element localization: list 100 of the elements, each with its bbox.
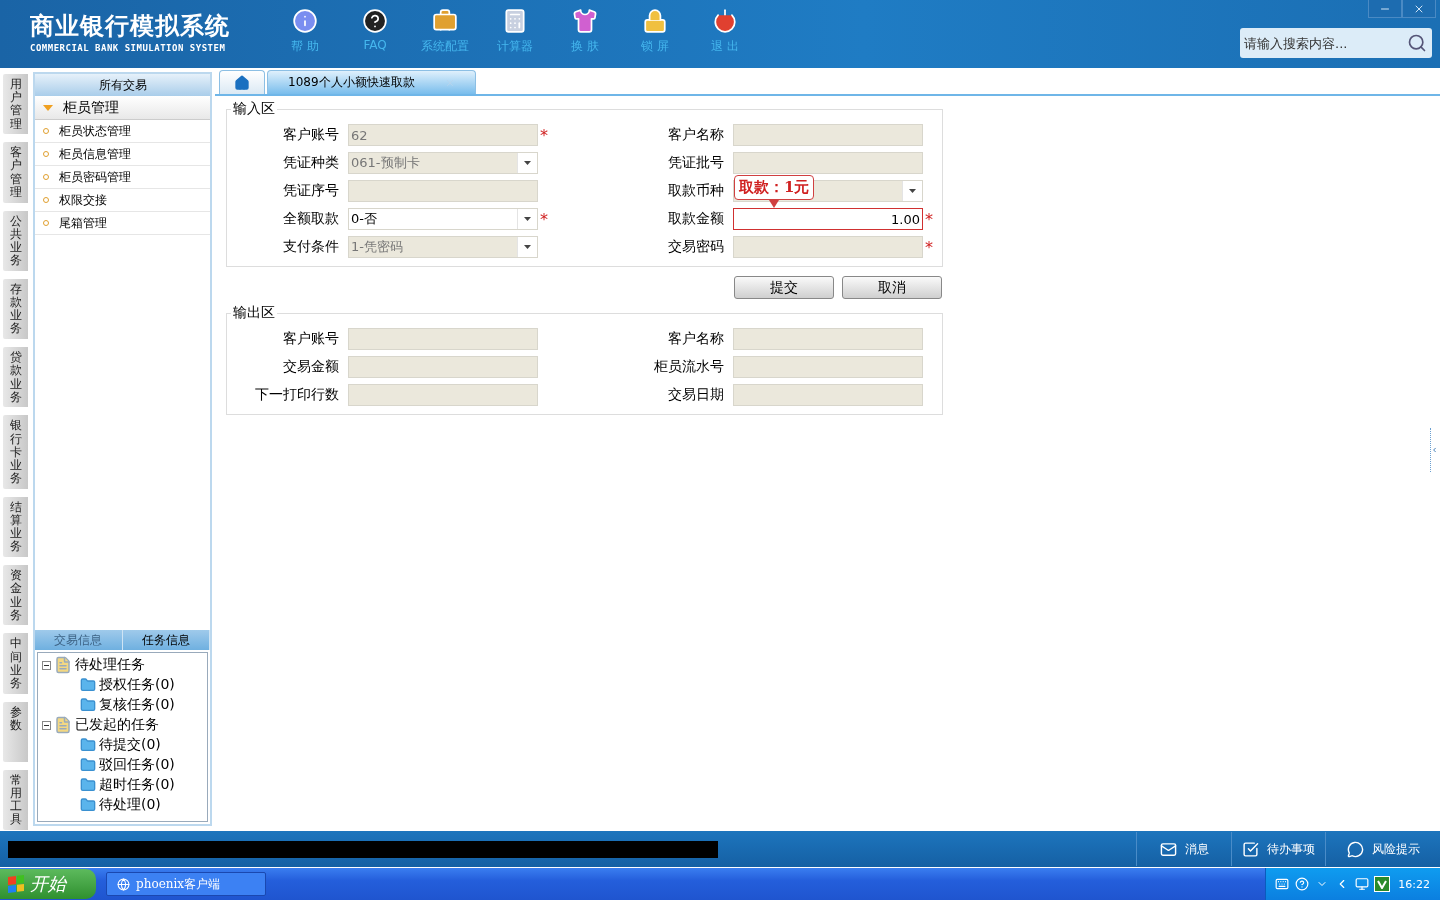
home-icon xyxy=(234,74,250,91)
field-label: 凭证序号 xyxy=(282,182,340,200)
side-tab[interactable]: 中间业务 xyxy=(3,633,28,694)
tree-item[interactable]: 驳回任务(0) xyxy=(99,756,175,774)
field-label: 取款币种 xyxy=(667,182,725,200)
input-field[interactable] xyxy=(733,236,923,258)
field-label: 支付条件 xyxy=(282,238,340,256)
input-field[interactable] xyxy=(348,384,538,406)
select-field[interactable]: 1-凭密码 xyxy=(348,236,538,258)
help-icon xyxy=(362,8,388,34)
side-tab[interactable]: 银行卡业务 xyxy=(3,415,28,489)
side-tab[interactable]: 结算业务 xyxy=(3,496,28,558)
input-field[interactable] xyxy=(733,356,923,378)
home-tab[interactable] xyxy=(219,70,265,94)
input-field[interactable] xyxy=(348,356,538,378)
page-tab[interactable]: 1089个人小额快速取款 xyxy=(267,70,476,94)
tooltip-pointer-icon xyxy=(769,200,780,208)
status-button[interactable]: 待办事项 xyxy=(1231,832,1325,866)
shirt-icon xyxy=(572,8,598,34)
field-label: 柜员流水号 xyxy=(653,358,725,376)
caret-icon xyxy=(43,104,53,111)
search-field[interactable]: 请输入搜索内容... xyxy=(1240,28,1432,58)
field-label: 交易密码 xyxy=(667,238,725,256)
chevron-left-icon xyxy=(1431,445,1438,455)
monitor-icon[interactable] xyxy=(1354,876,1371,892)
field-label: 交易日期 xyxy=(667,386,725,404)
side-tab[interactable]: 用户管理 xyxy=(3,74,28,135)
section-title: 输出区 xyxy=(232,304,276,322)
required-mark: * xyxy=(925,209,933,229)
taskbar-item[interactable]: phoenix客户端 xyxy=(106,872,266,896)
speech-bubble-icon xyxy=(1346,840,1364,858)
caret-icon xyxy=(524,245,531,249)
side-tab[interactable]: 贷款业务 xyxy=(3,347,28,408)
field-label: 全额取款 xyxy=(282,210,340,228)
input-field[interactable]: 62 xyxy=(348,124,538,146)
globe-icon xyxy=(117,877,130,891)
input-field[interactable] xyxy=(733,124,923,146)
tree-item[interactable]: 复核任务(0) xyxy=(99,696,175,714)
form-button[interactable]: 取消 xyxy=(842,276,942,299)
select-field[interactable]: 0-否 xyxy=(348,208,538,230)
side-tab[interactable]: 存款业务 xyxy=(3,278,28,340)
close-button[interactable] xyxy=(1402,0,1436,18)
info-icon xyxy=(292,8,318,34)
menu-group[interactable]: 柜员管理 xyxy=(35,96,210,120)
section-title: 输入区 xyxy=(232,100,276,118)
close-icon xyxy=(444,77,455,88)
calculator-icon xyxy=(502,8,528,34)
field-label: 客户名称 xyxy=(667,126,725,144)
dropdown-button[interactable] xyxy=(902,181,922,201)
input-field[interactable] xyxy=(733,384,923,406)
input-field[interactable] xyxy=(348,328,538,350)
clock: 16:22 xyxy=(1398,877,1430,891)
search-icon[interactable] xyxy=(1407,33,1427,53)
panel-tab[interactable]: 任务信息 xyxy=(122,630,210,650)
side-tab[interactable]: 客户管理 xyxy=(3,142,28,203)
required-mark: * xyxy=(540,209,548,229)
select-field[interactable]: 061-预制卡 xyxy=(348,152,538,174)
mail-icon xyxy=(1159,840,1177,858)
caret-icon xyxy=(524,161,531,165)
required-mark: * xyxy=(925,237,933,257)
validation-tooltip: 取款：1元 xyxy=(734,175,815,200)
app-subtitle: COMMERCIAL BANK SIMULATION SYSTEM xyxy=(30,43,227,53)
tree-item[interactable]: 待处理任务 xyxy=(75,656,145,674)
field-label: 客户账号 xyxy=(282,330,340,348)
dropdown-button[interactable] xyxy=(517,153,537,173)
keyboard-icon[interactable] xyxy=(1274,876,1291,892)
field-label: 凭证批号 xyxy=(667,154,725,172)
status-button[interactable]: 风险提示 xyxy=(1325,832,1440,866)
status-button[interactable]: 消息 xyxy=(1136,832,1231,866)
power-icon xyxy=(712,8,738,34)
field-label: 取款金额 xyxy=(667,210,725,228)
toolbox-icon xyxy=(432,8,458,34)
flag-icon xyxy=(8,874,24,894)
caret-icon xyxy=(524,217,531,221)
required-mark: * xyxy=(540,125,548,145)
side-tab[interactable]: 资金业务 xyxy=(3,565,28,626)
input-field[interactable] xyxy=(733,328,923,350)
field-label: 客户名称 xyxy=(667,330,725,348)
side-tab[interactable]: 公共业务 xyxy=(3,210,28,271)
tree-item[interactable]: 授权任务(0) xyxy=(99,676,175,694)
tree-item[interactable]: 已发起的任务 xyxy=(75,716,159,734)
dropdown-button[interactable] xyxy=(517,237,537,257)
minimize-button[interactable] xyxy=(1368,0,1402,18)
tree-toggle[interactable] xyxy=(42,660,51,670)
form-button[interactable]: 提交 xyxy=(734,276,834,299)
help-icon[interactable] xyxy=(1294,876,1311,892)
tree-item[interactable]: 超时任务(0) xyxy=(99,776,175,794)
app-title: 商业银行模拟系统 xyxy=(30,11,231,42)
field-label: 下一打印行数 xyxy=(254,386,340,404)
field-label: 客户账号 xyxy=(282,126,340,144)
field-label: 凭证种类 xyxy=(282,154,340,172)
side-tab[interactable]: 参数 xyxy=(3,701,28,762)
side-tab[interactable]: 常用工具 xyxy=(3,769,28,831)
input-field[interactable] xyxy=(733,152,923,174)
field-label: 交易金额 xyxy=(282,358,340,376)
tree-toggle[interactable] xyxy=(42,720,51,730)
tree-item[interactable]: 待提交(0) xyxy=(99,736,161,754)
input-field[interactable] xyxy=(348,180,538,202)
check-icon[interactable] xyxy=(1374,876,1391,892)
tree-item[interactable]: 待处理(0) xyxy=(99,796,161,814)
